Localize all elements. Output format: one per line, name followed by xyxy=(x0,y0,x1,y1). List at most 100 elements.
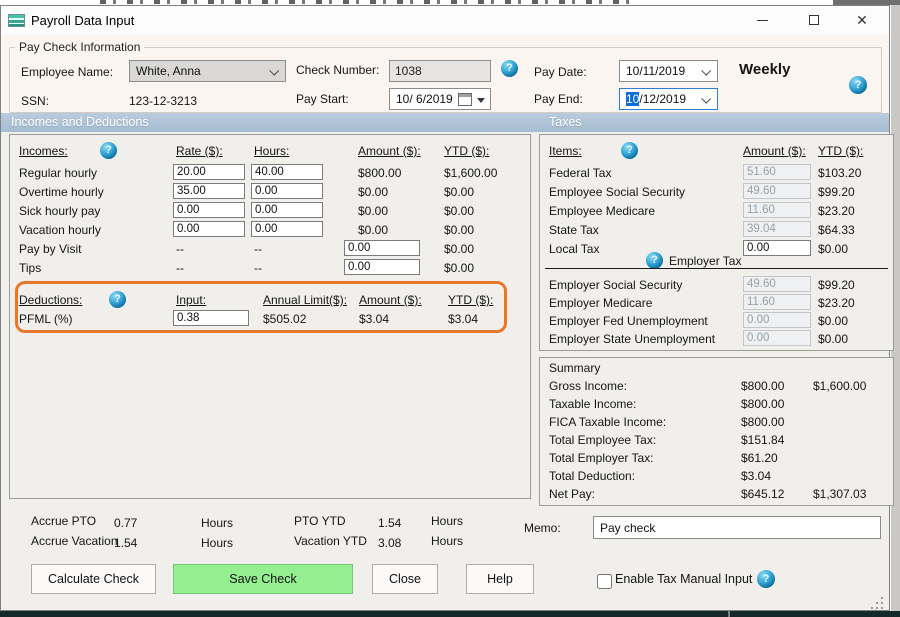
pay-check-information-label: Pay Check Information xyxy=(15,40,145,54)
summary-row-label: Total Employee Tax: xyxy=(549,433,657,447)
memo-label: Memo: xyxy=(524,521,561,535)
deductions-column-header: Deductions: xyxy=(19,293,83,307)
income-rate-na: -- xyxy=(176,242,184,256)
dropdown-arrow-icon xyxy=(477,98,485,103)
rate-input[interactable] xyxy=(173,202,245,218)
vacation-ytd-label: Vacation YTD xyxy=(294,534,367,548)
employer-tax-help-icon[interactable] xyxy=(646,252,663,269)
pay-start-value: 10/ 6/2019 xyxy=(396,92,453,106)
income-row-label: Sick hourly pay xyxy=(19,204,101,218)
summary-ytd: $1,307.03 xyxy=(813,487,867,501)
background-text-fragments xyxy=(100,0,640,4)
pay-frequency-help-icon[interactable] xyxy=(849,76,867,94)
pay-frequency-label: Weekly xyxy=(739,61,791,78)
rate-input[interactable] xyxy=(173,183,245,199)
incomes-section-header: Incomes and Deductions xyxy=(11,115,149,129)
vacation-ytd-value: 3.08 xyxy=(378,536,402,550)
ytd-column-header: YTD ($): xyxy=(444,144,490,158)
income-ytd: $0.00 xyxy=(444,223,475,237)
accrue-vacation-label: Accrue Vacation xyxy=(31,534,118,548)
summary-value: $61.20 xyxy=(741,451,778,465)
accrue-vacation-unit: Hours xyxy=(201,536,234,550)
hours-input[interactable] xyxy=(251,202,323,218)
annual-limit-column-header: Annual Limit($): xyxy=(263,293,348,307)
summary-value: $800.00 xyxy=(741,397,785,411)
check-number-help-icon[interactable] xyxy=(501,60,518,77)
tax-row-label: Local Tax xyxy=(549,242,600,256)
tax-amount-input xyxy=(743,221,811,237)
deduction-annual-limit: $505.02 xyxy=(263,312,307,326)
payroll-dialog: Payroll Data Input ✕ Pay Check Informati… xyxy=(0,5,894,611)
employee-name-value: White, Anna xyxy=(136,64,201,78)
tax-ytd: $103.20 xyxy=(818,166,862,180)
summary-row-label: Net Pay: xyxy=(549,487,596,501)
hours-input[interactable] xyxy=(251,183,323,199)
enable-tax-manual-help-icon[interactable] xyxy=(757,570,775,588)
enable-tax-manual-input-checkbox[interactable] xyxy=(597,574,612,589)
tax-amount-input[interactable] xyxy=(743,240,811,256)
pay-end-label: Pay End: xyxy=(534,92,583,106)
pay-end-selected-text: 10 xyxy=(626,92,640,106)
pto-ytd-unit: Hours xyxy=(431,514,464,528)
amount-column-header: Amount ($): xyxy=(358,144,421,158)
income-row-label: Regular hourly xyxy=(19,166,98,180)
tax-ytd: $99.20 xyxy=(818,185,855,199)
close-button[interactable]: ✕ xyxy=(839,6,885,34)
amount-input[interactable] xyxy=(344,240,420,256)
rate-input[interactable] xyxy=(173,221,245,237)
tax-ytd: $0.00 xyxy=(818,332,849,346)
accrue-pto-unit: Hours xyxy=(201,516,234,530)
tax-row-label: Employee Medicare xyxy=(549,204,656,218)
income-ytd: $0.00 xyxy=(444,242,475,256)
summary-value: $645.12 xyxy=(741,487,785,501)
chevron-down-icon xyxy=(269,65,280,76)
rate-input[interactable] xyxy=(173,164,245,180)
tax-ytd-column-header: YTD ($): xyxy=(818,144,864,158)
income-rate-na: -- xyxy=(176,261,184,275)
income-hours-na: -- xyxy=(254,242,262,256)
deductions-help-icon[interactable] xyxy=(109,291,126,308)
summary-ytd: $1,600.00 xyxy=(813,379,867,393)
hours-input[interactable] xyxy=(251,164,323,180)
pay-date-combobox[interactable]: 10/11/2019 xyxy=(619,60,718,82)
income-ytd: $0.00 xyxy=(444,261,475,275)
window-title: Payroll Data Input xyxy=(31,13,135,28)
taxes-help-icon[interactable] xyxy=(621,142,638,159)
employee-name-combobox[interactable]: White, Anna xyxy=(129,60,286,82)
deduction-input[interactable] xyxy=(173,310,249,326)
check-number-input[interactable] xyxy=(389,60,491,82)
hours-column-header: Hours: xyxy=(254,144,290,158)
save-check-button[interactable]: Save Check xyxy=(173,564,353,594)
income-hours-na: -- xyxy=(254,261,262,275)
minimize-button[interactable] xyxy=(739,6,785,34)
tax-amount-input xyxy=(743,276,811,292)
summary-title: Summary xyxy=(549,361,601,375)
pay-end-combobox[interactable]: 10/12/2019 xyxy=(619,88,718,110)
maximize-button[interactable] xyxy=(791,6,837,34)
memo-input[interactable] xyxy=(593,516,881,539)
background-bottom-bar xyxy=(0,611,900,617)
close-check-button[interactable]: Close xyxy=(372,564,438,594)
summary-value: $151.84 xyxy=(741,433,785,447)
income-amount: $0.00 xyxy=(358,204,389,218)
ssn-label: SSN: xyxy=(21,94,50,108)
income-amount: $0.00 xyxy=(358,185,389,199)
deduction-amount: $3.04 xyxy=(359,312,390,326)
resize-grip-icon[interactable] xyxy=(871,597,883,609)
amount-input[interactable] xyxy=(344,259,420,275)
pay-date-value: 10/11/2019 xyxy=(626,64,686,78)
summary-row-label: Total Deduction: xyxy=(549,469,636,483)
pay-check-information-panel: Pay Check Information Employee Name: Whi… xyxy=(1,34,889,118)
calculate-check-button[interactable]: Calculate Check xyxy=(31,564,156,594)
hours-input[interactable] xyxy=(251,221,323,237)
summary-value: $800.00 xyxy=(741,379,785,393)
pay-start-datepicker[interactable]: 10/ 6/2019 xyxy=(389,88,491,110)
tax-items-column-header: Items: xyxy=(549,144,582,158)
incomes-help-icon[interactable] xyxy=(100,142,117,159)
tax-row-label: Employer Fed Unemployment xyxy=(549,314,708,328)
ytd-column-header: YTD ($): xyxy=(448,293,494,307)
help-button[interactable]: Help xyxy=(466,564,534,594)
pay-date-label: Pay Date: xyxy=(534,65,587,79)
income-ytd: $0.00 xyxy=(444,204,475,218)
tax-amount-input xyxy=(743,330,811,346)
